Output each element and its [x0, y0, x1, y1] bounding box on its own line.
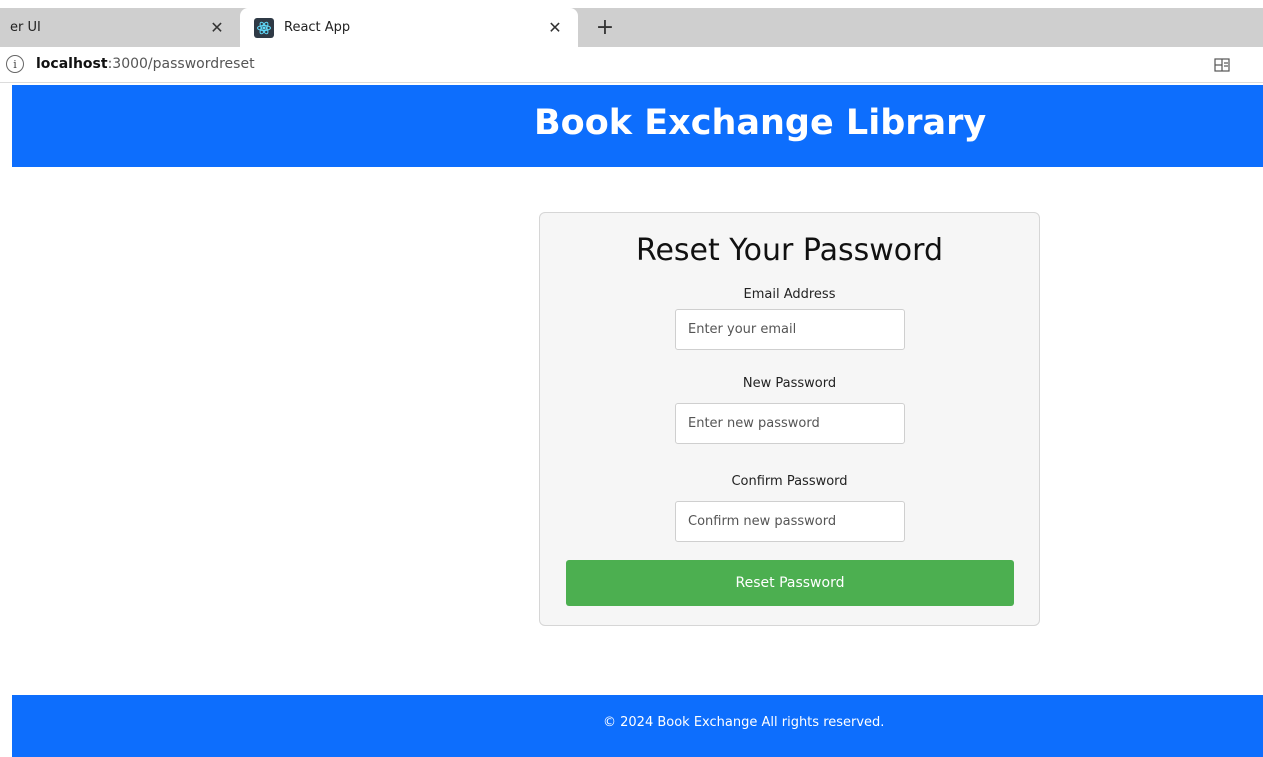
footer-copyright: © 2024 Book Exchange All rights reserved…	[603, 715, 885, 730]
email-label: Email Address	[743, 287, 836, 302]
site-footer: © 2024 Book Exchange All rights reserved…	[12, 695, 1263, 757]
browser-tab-inactive[interactable]: er UI ✕	[0, 8, 240, 47]
new-password-input[interactable]	[675, 403, 905, 444]
close-tab-icon[interactable]: ✕	[546, 18, 564, 37]
info-icon[interactable]: i	[6, 55, 24, 73]
url-host: localhost	[36, 56, 108, 72]
confirm-password-label: Confirm Password	[731, 474, 848, 489]
url-text[interactable]: localhost:3000/passwordreset	[36, 56, 255, 72]
new-password-label: New Password	[742, 376, 837, 391]
close-tab-icon[interactable]: ✕	[208, 18, 226, 37]
site-header: Book Exchange Library	[12, 85, 1263, 167]
reset-password-card: Reset Your Password Email Address New Pa…	[539, 212, 1040, 626]
reader-mode-icon[interactable]	[1213, 56, 1231, 74]
form-title: Reset Your Password	[635, 233, 944, 268]
url-path: :3000/passwordreset	[107, 56, 255, 72]
tab-label: React App	[284, 20, 351, 35]
react-favicon-icon	[254, 17, 274, 38]
email-input[interactable]	[675, 309, 905, 350]
site-title: Book Exchange Library	[534, 103, 987, 143]
new-tab-icon[interactable]: +	[590, 12, 620, 42]
confirm-password-input[interactable]	[675, 501, 905, 542]
browser-tab-active[interactable]: React App ✕	[240, 8, 578, 47]
browser-tabstrip: er UI ✕ React App ✕ +	[0, 0, 1263, 47]
reset-password-button[interactable]: Reset Password	[566, 560, 1014, 606]
address-bar[interactable]: i localhost:3000/passwordreset	[0, 47, 1263, 83]
tab-label: er UI	[10, 20, 41, 35]
